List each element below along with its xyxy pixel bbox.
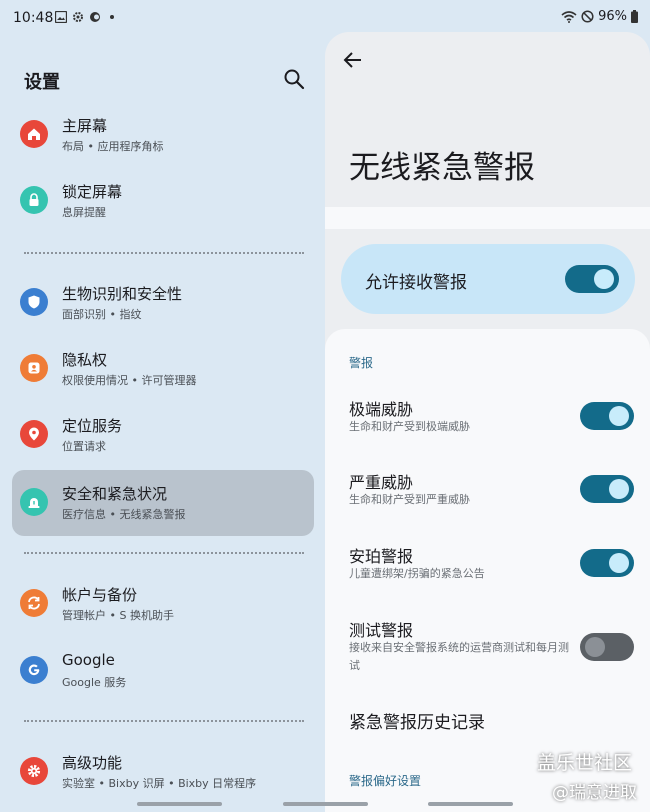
settings-item-biometrics[interactable]: 生物识别和安全性 面部识别 • 指纹 — [12, 270, 314, 336]
emergency-icon — [20, 488, 48, 516]
section-divider — [24, 252, 304, 254]
settings-item-google[interactable]: Google Google 服务 — [12, 638, 314, 704]
privacy-icon — [20, 354, 48, 382]
settings-item-title: 安全和紧急状况 — [62, 485, 168, 503]
nav-handle-left[interactable] — [137, 802, 222, 806]
settings-item-title: 帐户与备份 — [62, 586, 138, 604]
allow-alerts-label: 允许接收警报 — [365, 273, 467, 293]
watermark-line2: @瑞意进取 — [552, 783, 637, 803]
alert-title: 测试警报 — [349, 621, 414, 640]
settings-notification-icon — [73, 12, 83, 22]
settings-item-title: 锁定屏幕 — [62, 183, 123, 201]
settings-item-location[interactable]: 定位服务 位置请求 — [12, 402, 314, 468]
settings-item-subtitle: 医疗信息 • 无线紧急警报 — [62, 508, 186, 521]
severe-threats-toggle[interactable] — [580, 475, 634, 503]
toggle-knob — [609, 553, 629, 573]
lock-icon — [20, 186, 48, 214]
toggle-knob — [609, 406, 629, 426]
section-header-alerts: 警报 — [349, 356, 374, 370]
settings-item-home-screen[interactable]: 主屏幕 布局 • 应用程序角标 — [12, 102, 314, 168]
settings-item-title: 隐私权 — [62, 351, 108, 369]
alert-history-link[interactable]: 紧急警报历史记录 — [349, 708, 485, 733]
settings-item-subtitle: 管理帐户 • S 换机助手 — [62, 609, 174, 622]
gallery-icon — [55, 11, 67, 23]
alert-subtitle: 生命和财产受到严重威胁 — [349, 493, 470, 506]
settings-item-accounts-backup[interactable]: 帐户与备份 管理帐户 • S 换机助手 — [12, 571, 314, 637]
home-icon — [20, 120, 48, 148]
toggle-knob — [594, 269, 614, 289]
shield-icon — [20, 288, 48, 316]
watermark-line1: 盖乐世社区 — [537, 752, 633, 774]
alert-title: 严重威胁 — [349, 473, 414, 492]
test-alerts-toggle[interactable] — [580, 633, 634, 661]
settings-list-pane: 设置 主屏幕 布局 • 应用程序角标 锁定屏幕 息屏提醒 生物识别和安全性 面部… — [0, 38, 325, 812]
section-divider — [24, 720, 304, 722]
allow-alerts-row[interactable]: 允许接收警报 — [341, 244, 635, 314]
settings-item-title: 生物识别和安全性 — [62, 285, 183, 303]
do-not-disturb-icon — [581, 10, 594, 23]
section-header-preferences: 警报偏好设置 — [349, 774, 422, 788]
gear-icon — [20, 757, 48, 785]
section-divider — [24, 552, 304, 554]
settings-item-subtitle: 面部识别 • 指纹 — [62, 308, 142, 321]
header-card-strip — [325, 207, 650, 229]
settings-item-subtitle: 息屏提醒 — [62, 206, 106, 219]
alert-title: 安珀警报 — [349, 547, 414, 566]
wifi-icon — [561, 10, 577, 23]
nav-handle-right[interactable] — [428, 802, 513, 806]
detail-pane: 无线紧急警报 允许接收警报 警报 极端威胁 生命和财产受到极端威胁 严重威胁 生… — [325, 32, 650, 812]
settings-item-title: 高级功能 — [62, 754, 123, 772]
alert-subtitle: 生命和财产受到极端威胁 — [349, 420, 470, 433]
extreme-threats-toggle[interactable] — [580, 402, 634, 430]
settings-item-title: 定位服务 — [62, 417, 123, 435]
amber-alerts-toggle[interactable] — [580, 549, 634, 577]
location-icon — [20, 420, 48, 448]
alert-subtitle: 接收来自安全警报系统的运营商测试和每月测试 — [349, 641, 569, 672]
toggle-knob — [609, 479, 629, 499]
settings-item-subtitle: 权限使用情况 • 许可管理器 — [62, 374, 197, 387]
search-icon[interactable] — [283, 68, 305, 90]
alert-title: 极端威胁 — [349, 400, 414, 419]
alerts-list-card: 警报 极端威胁 生命和财产受到极端威胁 严重威胁 生命和财产受到严重威胁 安珀警… — [325, 329, 650, 812]
settings-item-title: 主屏幕 — [62, 117, 108, 135]
alert-subtitle: 儿童遭绑架/拐骗的紧急公告 — [349, 567, 485, 580]
back-arrow-icon[interactable] — [341, 48, 365, 72]
allow-alerts-toggle[interactable] — [565, 265, 619, 293]
settings-item-privacy[interactable]: 隐私权 权限使用情况 • 许可管理器 — [12, 336, 314, 402]
settings-item-lock-screen[interactable]: 锁定屏幕 息屏提醒 — [12, 168, 314, 234]
status-time: 10:48 — [13, 10, 54, 26]
status-right: 96% — [561, 9, 638, 24]
settings-item-subtitle: 布局 • 应用程序角标 — [62, 140, 164, 153]
page-title: 无线紧急警报 — [349, 150, 535, 186]
settings-item-advanced-features[interactable]: 高级功能 实验室 • Bixby 识屏 • Bixby 日常程序 — [12, 739, 314, 805]
more-notifications-dot — [110, 15, 114, 19]
google-icon — [20, 656, 48, 684]
battery-icon — [631, 10, 638, 23]
settings-item-title: Google — [62, 651, 115, 669]
sync-icon — [20, 589, 48, 617]
settings-item-subtitle: 实验室 • Bixby 识屏 • Bixby 日常程序 — [62, 777, 257, 790]
notification-icons — [55, 11, 114, 23]
battery-percent: 96% — [598, 9, 627, 24]
settings-title: 设置 — [24, 72, 60, 93]
settings-item-subtitle: Google 服务 — [62, 676, 127, 689]
toggle-knob — [585, 637, 605, 657]
settings-item-subtitle: 位置请求 — [62, 440, 106, 453]
nav-handle-center[interactable] — [283, 802, 368, 806]
settings-item-safety-emergency[interactable]: 安全和紧急状况 医疗信息 • 无线紧急警报 — [12, 470, 314, 536]
app-notification-icon — [90, 12, 100, 22]
